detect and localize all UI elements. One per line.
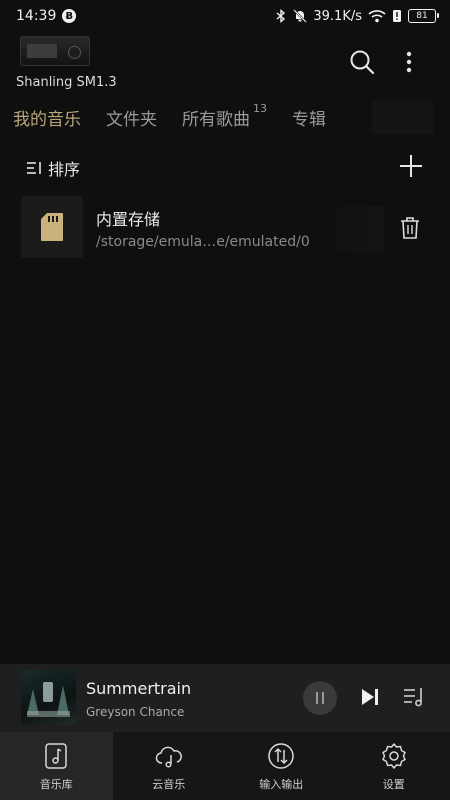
storage-title: 内置存储 bbox=[96, 210, 161, 229]
bottom-navigation: 音乐库 云音乐 输入输出 设置 bbox=[0, 732, 450, 800]
gear-icon bbox=[382, 743, 406, 769]
app-notification-icon: Ƀ bbox=[62, 9, 77, 23]
nav-settings[interactable]: 设置 bbox=[338, 732, 450, 800]
tab-folders[interactable]: 文件夹 bbox=[106, 105, 157, 130]
trash-icon bbox=[401, 217, 419, 239]
sd-card-icon bbox=[41, 213, 63, 241]
song-count-badge: 13 bbox=[253, 101, 267, 115]
bluetooth-icon bbox=[276, 9, 286, 23]
storage-row-fade bbox=[312, 206, 384, 252]
album-art-shape bbox=[43, 682, 53, 702]
playlist-icon bbox=[404, 688, 422, 707]
delete-storage-button[interactable] bbox=[399, 216, 421, 240]
tab-my-music[interactable]: 我的音乐 bbox=[13, 105, 81, 130]
nav-label: 输入输出 bbox=[259, 778, 304, 791]
nav-label: 云音乐 bbox=[152, 778, 186, 791]
mini-player[interactable]: Summertrain Greyson Chance bbox=[0, 664, 450, 732]
skip-next-icon bbox=[362, 689, 378, 705]
tab-albums[interactable]: 专辑 bbox=[292, 105, 326, 130]
more-options-button[interactable] bbox=[395, 48, 423, 76]
status-time: 14:39 bbox=[16, 8, 57, 24]
pause-button[interactable] bbox=[303, 681, 337, 715]
mute-bell-icon bbox=[293, 9, 308, 23]
nav-music-library[interactable]: 音乐库 bbox=[0, 732, 113, 800]
status-bar: 14:39 Ƀ 39.1K/s 81 bbox=[0, 0, 450, 32]
pause-icon bbox=[316, 692, 324, 704]
sort-label: 排序 bbox=[48, 160, 81, 179]
cloud-music-icon bbox=[155, 746, 182, 768]
device-name: Shanling SM1.3 bbox=[16, 75, 117, 90]
next-track-button[interactable] bbox=[359, 686, 381, 708]
album-art[interactable] bbox=[21, 670, 76, 725]
nav-label: 音乐库 bbox=[39, 778, 73, 791]
sort-row: 排序 bbox=[0, 150, 450, 184]
search-button[interactable] bbox=[348, 48, 376, 76]
nav-label: 设置 bbox=[382, 778, 405, 791]
tab-label: 所有歌曲 bbox=[182, 109, 250, 130]
sort-button[interactable]: 排序 bbox=[26, 156, 80, 180]
battery-icon: 81 bbox=[408, 9, 439, 23]
tab-label: 我的音乐 bbox=[13, 109, 81, 130]
network-speed: 39.1K/s bbox=[313, 8, 362, 24]
search-icon bbox=[350, 50, 375, 75]
plus-icon bbox=[400, 155, 422, 177]
play-queue-button[interactable] bbox=[402, 685, 426, 709]
more-vertical-icon bbox=[406, 51, 412, 73]
device-image bbox=[20, 36, 90, 66]
nav-input-output[interactable]: 输入输出 bbox=[225, 732, 338, 800]
track-title: Summertrain bbox=[86, 679, 192, 698]
track-artist: Greyson Chance bbox=[86, 705, 185, 719]
category-tabs: 我的音乐 文件夹 所有歌曲13 专辑 bbox=[0, 100, 450, 134]
input-output-icon bbox=[268, 743, 294, 769]
storage-icon-box bbox=[21, 196, 83, 258]
sort-icon bbox=[27, 162, 41, 174]
tab-label: 文件夹 bbox=[106, 109, 157, 130]
music-note-icon bbox=[45, 743, 67, 769]
storage-path: /storage/emula…e/emulated/0 bbox=[96, 234, 310, 250]
app-header: Shanling SM1.3 bbox=[0, 32, 450, 94]
add-folder-button[interactable] bbox=[398, 153, 424, 179]
storage-list-item[interactable]: 内置存储 /storage/emula…e/emulated/0 bbox=[0, 194, 450, 264]
wifi-icon bbox=[368, 10, 386, 23]
album-art-shape bbox=[27, 711, 70, 717]
tab-label: 专辑 bbox=[292, 109, 326, 130]
tab-all-songs[interactable]: 所有歌曲13 bbox=[182, 101, 267, 130]
nav-cloud-music[interactable]: 云音乐 bbox=[113, 732, 226, 800]
alert-icon bbox=[393, 10, 401, 22]
